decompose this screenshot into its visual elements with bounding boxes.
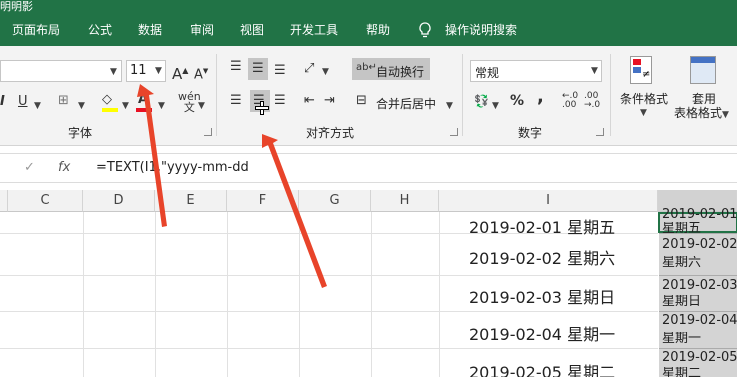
annotation-arrow-font-size bbox=[137, 84, 167, 227]
cursor-icon bbox=[255, 101, 269, 115]
annotation-arrows bbox=[137, 84, 327, 288]
annotation-arrow-center-align bbox=[262, 134, 327, 288]
